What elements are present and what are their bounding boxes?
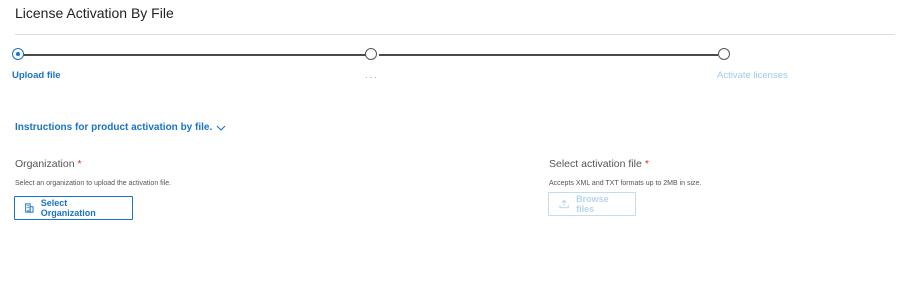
stepper-connector-2 [379,54,718,56]
instructions-toggle[interactable]: Instructions for product activation by f… [15,121,226,135]
activation-file-help-text: Accepts XML and TXT formats up to 2MB in… [549,180,702,187]
stepper-connector-1 [23,54,371,56]
select-organization-label: Select Organization [40,198,96,218]
activation-file-label: Select activation file * [549,157,649,171]
step-1-label: Upload file [12,70,61,81]
step-1-indicator [12,48,24,60]
upload-icon [559,199,569,209]
step-3-indicator [718,48,730,60]
browse-files-label: Browse files [576,194,609,214]
page-title: License Activation By File [15,5,174,21]
activation-file-label-text: Select activation file [549,158,642,170]
organization-label-text: Organization [15,158,75,170]
building-icon [25,203,34,213]
organization-label: Organization * [15,157,82,171]
organization-help-text: Select an organization to upload the act… [15,180,172,187]
chevron-down-icon [216,125,226,131]
required-marker: * [77,158,82,170]
step-3-label: Activate licenses [717,70,788,81]
select-organization-button[interactable]: Select Organization [14,196,133,220]
browse-files-button[interactable]: Browse files [548,192,636,216]
step-2-indicator [365,48,377,60]
header-divider [15,34,895,35]
instructions-label: Instructions for product activation by f… [15,122,213,133]
step-2-label: ... [365,70,379,81]
required-marker: * [644,158,649,170]
